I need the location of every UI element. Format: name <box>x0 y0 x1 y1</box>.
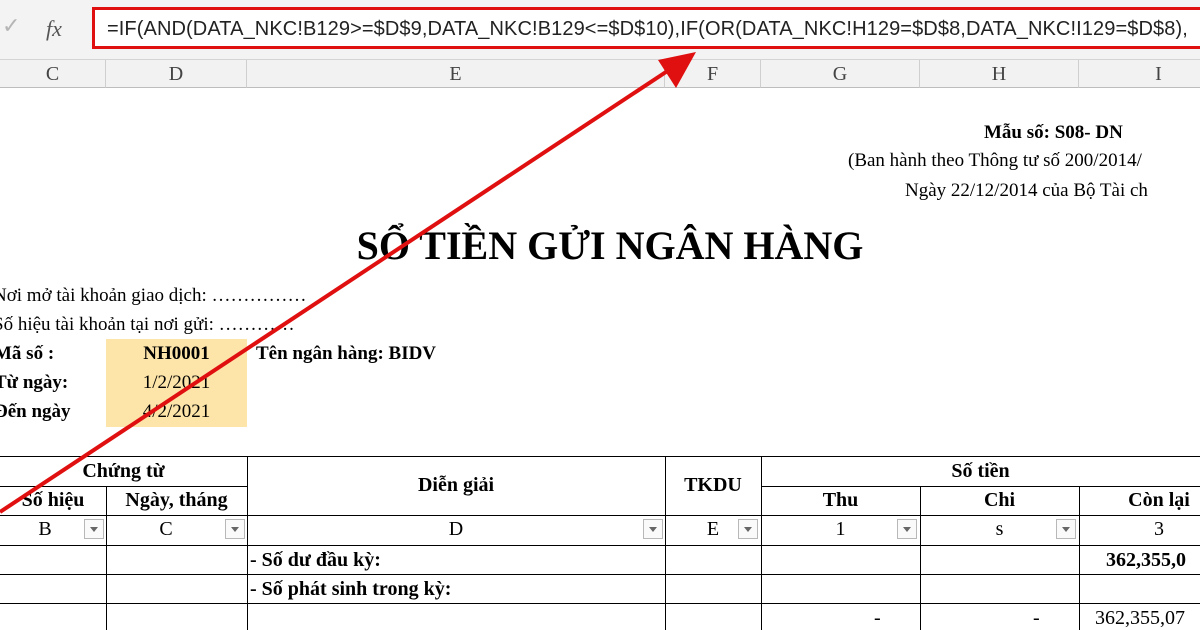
filter-label: 3 <box>1154 518 1164 540</box>
table-rule <box>0 545 1200 546</box>
column-header-h[interactable]: H <box>920 60 1079 88</box>
filter-dropdown-button[interactable] <box>897 519 917 539</box>
account-place: Nơi mở tài khoản giao dịch: …………… <box>0 285 307 306</box>
code-label: Mã số : <box>0 343 55 364</box>
issued-by-note: (Ban hành theo Thông tư số 200/2014/ <box>848 150 1142 171</box>
column-header-g[interactable]: G <box>761 60 920 88</box>
filter-dropdown-button[interactable] <box>225 519 245 539</box>
filter-label: D <box>448 518 464 540</box>
confirm-icon[interactable]: ✓ <box>2 14 20 39</box>
column-header-e[interactable]: E <box>247 60 665 88</box>
filter-dropdown-button[interactable] <box>84 519 104 539</box>
filter-label: B <box>38 518 52 540</box>
from-date-cell[interactable]: 1/2/2021 <box>106 372 247 394</box>
column-header-f[interactable]: F <box>665 60 761 88</box>
header-thu: Thu <box>822 489 859 511</box>
table-rule <box>0 486 247 487</box>
header-so-hieu: Số hiệu <box>21 489 85 511</box>
table-border-top <box>0 456 1200 457</box>
insert-function-icon[interactable]: fx <box>46 16 62 42</box>
form-number: Mẫu số: S08- DN <box>984 122 1123 143</box>
table-rule <box>0 515 1200 516</box>
page-title: SỔ TIỀN GỬI NGÂN HÀNG <box>356 223 864 268</box>
table-rule <box>761 486 1200 487</box>
header-chung-tu: Chứng từ <box>82 460 165 482</box>
to-date-label: Đến ngày <box>0 401 71 422</box>
header-chi: Chi <box>983 489 1016 511</box>
header-ngay-thang: Ngày, tháng <box>125 489 228 511</box>
filter-dropdown-button[interactable] <box>643 519 663 539</box>
to-date-cell[interactable]: 4/2/2021 <box>106 401 247 423</box>
account-number: Số hiệu tài khoản tại nơi gửi: ………… <box>0 314 295 335</box>
header-con-lai: Còn lại <box>1128 489 1190 511</box>
table-cell-thu[interactable]: - <box>874 607 881 630</box>
table-rule <box>0 603 1200 604</box>
table-cell-con-lai[interactable]: 362,355,0 <box>1106 549 1186 572</box>
table-cell-dien-giai[interactable]: - Số phát sinh trong kỳ: <box>250 578 451 601</box>
bank-name: Tên ngân hàng: BIDV <box>256 343 437 364</box>
table-cell-con-lai[interactable]: 362,355,07 <box>1095 607 1185 630</box>
table-cell-dien-giai[interactable]: - Số dư đầu kỳ: <box>250 549 381 572</box>
column-header-d[interactable]: D <box>106 60 247 88</box>
header-so-tien: Số tiền <box>951 460 1010 482</box>
formula-text: =IF(AND(DATA_NKC!B129>=$D$9,DATA_NKC!B12… <box>107 18 1188 40</box>
table-rule <box>0 574 1200 575</box>
column-header-i[interactable]: I <box>1079 60 1200 88</box>
table-cell-chi[interactable]: - <box>1033 607 1040 630</box>
column-header-c[interactable]: C <box>0 60 106 88</box>
code-value-cell[interactable]: NH0001 <box>106 343 247 365</box>
filter-label: C <box>159 518 173 540</box>
from-date-label: Từ ngày: <box>0 372 69 393</box>
filter-dropdown-button[interactable] <box>738 519 758 539</box>
header-tkdu: TKDU <box>684 474 742 496</box>
filter-dropdown-button[interactable] <box>1056 519 1076 539</box>
formula-input[interactable]: =IF(AND(DATA_NKC!B129>=$D$9,DATA_NKC!B12… <box>92 7 1200 49</box>
header-dien-giai: Diễn giải <box>417 474 495 496</box>
formula-bar: ✓ fx =IF(AND(DATA_NKC!B129>=$D$9,DATA_NK… <box>0 0 1200 60</box>
issued-date-note: Ngày 22/12/2014 của Bộ Tài ch <box>905 180 1148 201</box>
